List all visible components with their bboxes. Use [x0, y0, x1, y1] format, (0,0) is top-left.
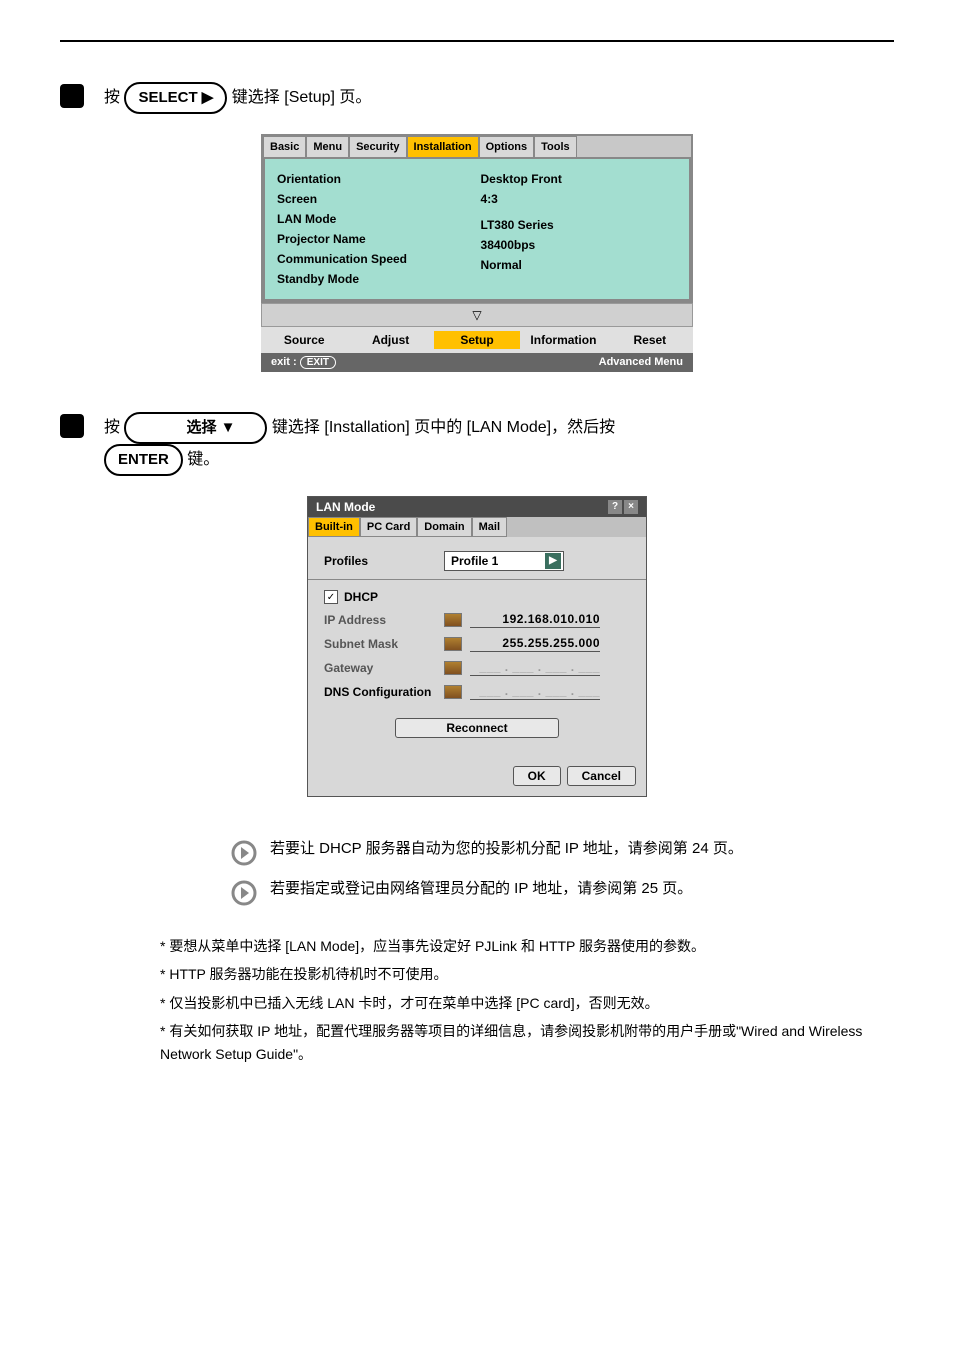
row-lanmode: LAN Mode: [277, 209, 457, 229]
gateway-value: ___ . ___ . ___ . ___: [470, 660, 600, 676]
instruction-a: 若要让 DHCP 服务器自动为您的投影机分配 IP 地址，请参阅第 24 页。: [230, 837, 894, 867]
keyboard-icon[interactable]: [444, 637, 462, 651]
dhcp-label: DHCP: [344, 590, 378, 604]
select-down-key: 选择 ▼: [124, 412, 267, 444]
mb-adjust: Adjust: [347, 333, 433, 347]
instruction-b: 若要指定或登记由网络管理员分配的 IP 地址，请参阅第 25 页。: [230, 877, 894, 907]
keyboard-icon[interactable]: [444, 661, 462, 675]
profiles-value: Profile 1: [451, 554, 498, 568]
triangle-down-icon: ▽: [472, 308, 481, 322]
val-orientation: Desktop Front: [481, 169, 677, 189]
dns-label: DNS Configuration: [324, 685, 444, 699]
enter-key: ENTER: [104, 444, 183, 476]
setup-menubar: Source Adjust Setup Information Reset: [261, 327, 693, 353]
step5-mid: 键选择 [Installation] 页中的 [LAN Mode]，然后按: [272, 419, 615, 436]
dropdown-arrow-icon: ▶: [545, 553, 561, 569]
tab-domain: Domain: [417, 517, 471, 537]
nav-down-indicator: ▽: [261, 303, 693, 327]
row-screen: Screen: [277, 189, 457, 209]
mb-reset: Reset: [607, 333, 693, 347]
mb-setup: Setup: [434, 331, 520, 349]
mb-information: Information: [520, 333, 606, 347]
cancel-button[interactable]: Cancel: [567, 766, 636, 786]
note-1: * 要想从菜单中选择 [LAN Mode]，应当事先设定好 PJLink 和 H…: [160, 935, 894, 957]
dhcp-checkbox[interactable]: ✓: [324, 590, 338, 604]
ok-button[interactable]: OK: [513, 766, 561, 786]
footer-advanced: Advanced Menu: [599, 356, 683, 369]
ip-value: 192.168.010.010: [470, 612, 600, 628]
subnet-value: 255.255.255.000: [470, 636, 600, 652]
row-comm-speed: Communication Speed: [277, 249, 457, 269]
val-screen: 4:3: [481, 189, 677, 209]
setup-tabs: Basic Menu Security Installation Options…: [263, 136, 691, 157]
setup-menu-screenshot: Basic Menu Security Installation Options…: [261, 134, 693, 372]
val-comm-speed: 38400bps: [481, 235, 677, 255]
arrow-circle-icon: [230, 839, 258, 867]
profiles-select[interactable]: Profile 1 ▶: [444, 551, 564, 571]
tab-tools: Tools: [534, 136, 577, 157]
tab-basic: Basic: [263, 136, 306, 157]
tab-mail: Mail: [472, 517, 507, 537]
tab-installation: Installation: [407, 136, 479, 157]
instruction-b-text: 若要指定或登记由网络管理员分配的 IP 地址，请参阅第 25 页。: [270, 877, 692, 898]
step-bullet: [60, 414, 84, 438]
lan-mode-dialog: LAN Mode ? × Built-in PC Card Domain Mai…: [307, 496, 647, 797]
dns-value: ___ . ___ . ___ . ___: [470, 684, 600, 700]
lan-title-bar: LAN Mode ? ×: [308, 497, 646, 517]
keyboard-icon[interactable]: [444, 685, 462, 699]
step5-suffix: 键。: [187, 451, 219, 468]
step-4: 按 SELECT ▶ 键选择 [Setup] 页。: [60, 82, 894, 114]
tab-menu: Menu: [306, 136, 349, 157]
footer-exit-pill: EXIT: [300, 356, 336, 369]
keyboard-icon[interactable]: [444, 613, 462, 627]
row-orientation: Orientation: [277, 169, 457, 189]
tab-security: Security: [349, 136, 406, 157]
footer-exit-label: exit :: [271, 356, 297, 368]
instruction-a-text: 若要让 DHCP 服务器自动为您的投影机分配 IP 地址，请参阅第 24 页。: [270, 837, 743, 858]
help-icon: ?: [608, 500, 622, 514]
setup-footer: exit : EXIT Advanced Menu: [261, 353, 693, 372]
step-5: 按 选择 ▼ 键选择 [Installation] 页中的 [LAN Mode]…: [60, 412, 894, 476]
step-bullet: [60, 84, 84, 108]
gateway-label: Gateway: [324, 661, 444, 675]
row-standby: Standby Mode: [277, 269, 457, 289]
close-icon: ×: [624, 500, 638, 514]
val-standby: Normal: [481, 255, 677, 275]
step5-prefix: 按: [104, 419, 124, 436]
step4-suffix: 键选择 [Setup] 页。: [232, 89, 372, 106]
lan-title-text: LAN Mode: [316, 500, 375, 514]
row-projector-name: Projector Name: [277, 229, 457, 249]
step-5-text: 按 选择 ▼ 键选择 [Installation] 页中的 [LAN Mode]…: [104, 412, 615, 476]
select-right-key: SELECT ▶: [124, 82, 227, 114]
note-3: * 仅当投影机中已插入无线 LAN 卡时，才可在菜单中选择 [PC card]，…: [160, 992, 894, 1014]
tab-pccard: PC Card: [360, 517, 417, 537]
reconnect-button[interactable]: Reconnect: [395, 718, 558, 738]
subnet-label: Subnet Mask: [324, 637, 444, 651]
note-4: * 有关如何获取 IP 地址，配置代理服务器等项目的详细信息，请参阅投影机附带的…: [160, 1020, 894, 1065]
profiles-label: Profiles: [324, 554, 444, 568]
lan-tabs: Built-in PC Card Domain Mail: [308, 517, 646, 537]
tab-builtin: Built-in: [308, 517, 360, 537]
mb-source: Source: [261, 333, 347, 347]
step-4-text: 按 SELECT ▶ 键选择 [Setup] 页。: [104, 82, 371, 114]
ip-label: IP Address: [324, 613, 444, 627]
arrow-circle-icon: [230, 879, 258, 907]
val-projector-name: LT380 Series: [481, 215, 677, 235]
note-2: * HTTP 服务器功能在投影机待机时不可使用。: [160, 963, 894, 985]
step4-prefix: 按: [104, 89, 124, 106]
tab-options: Options: [479, 136, 535, 157]
